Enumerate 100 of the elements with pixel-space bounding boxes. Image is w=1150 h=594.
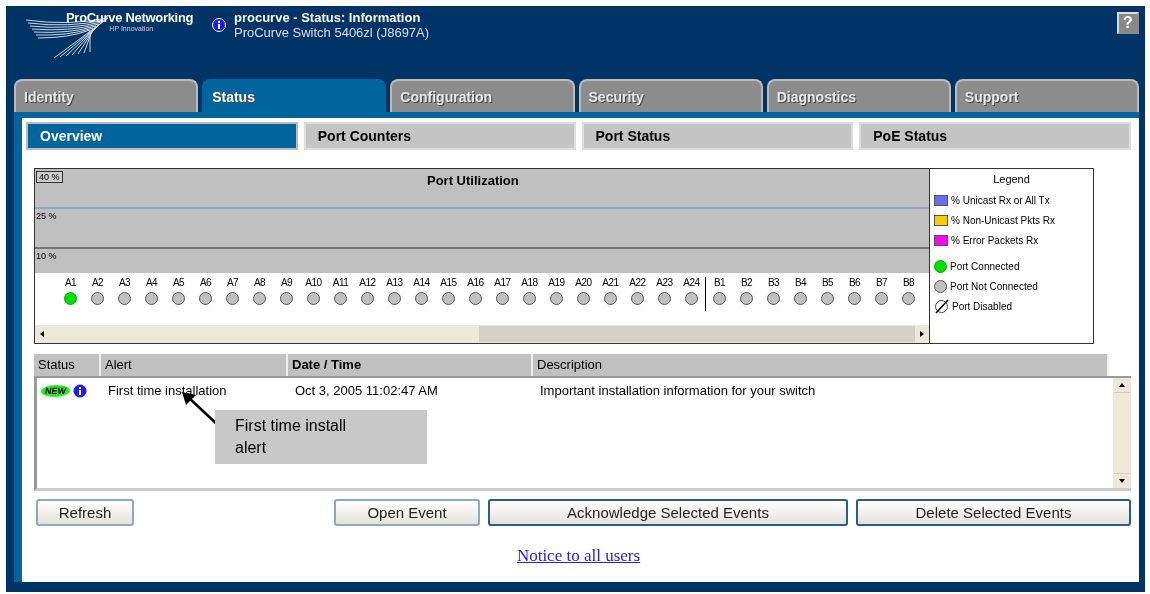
port-label: A12 <box>359 277 376 289</box>
port-label: A6 <box>199 277 212 289</box>
legend-title: Legend <box>993 173 1030 185</box>
legend-label: Port Not Connected <box>950 280 1038 292</box>
table-cell[interactable]: Oct 3, 2005 11:02:47 AM <box>291 383 536 398</box>
port-status-icon[interactable] <box>334 292 347 305</box>
port-status-icon[interactable] <box>631 292 644 305</box>
port-status-icon[interactable] <box>875 292 888 305</box>
action-button[interactable]: Acknowledge Selected Events <box>488 499 848 526</box>
port-status-icon[interactable] <box>469 292 482 305</box>
port-status-icon[interactable] <box>685 292 698 305</box>
scale-label: 25 % <box>36 211 57 221</box>
port-status-icon[interactable] <box>388 292 401 305</box>
scale-label: 10 % <box>36 251 57 261</box>
column-header[interactable]: Description <box>533 354 1109 376</box>
port-status-icon[interactable] <box>415 292 428 305</box>
port-label: A15 <box>440 277 457 289</box>
port-label: A24 <box>683 277 700 289</box>
legend-label: % Error Packets Rx <box>951 234 1039 246</box>
port-status-icon[interactable] <box>118 292 131 305</box>
port-status-icon[interactable] <box>550 292 563 305</box>
legend-label: % Non-Unicast Pkts Rx <box>951 214 1055 226</box>
port-status-icon[interactable] <box>172 292 185 305</box>
column-header[interactable]: Date / Time <box>288 354 533 376</box>
port-status-icon[interactable] <box>280 292 293 305</box>
port-status-icon[interactable] <box>496 292 509 305</box>
port-label: A1 <box>64 277 77 289</box>
port-label: A4 <box>145 277 158 289</box>
port-status-icon[interactable] <box>794 292 807 305</box>
action-button[interactable]: Delete Selected Events <box>856 499 1131 526</box>
port-label: A10 <box>305 277 322 289</box>
port-status-icon[interactable] <box>253 292 266 305</box>
port-label: A20 <box>575 277 592 289</box>
port-label: A22 <box>629 277 646 289</box>
port-status-icon[interactable] <box>902 292 915 305</box>
port-label: B4 <box>794 277 807 289</box>
port-label: A3 <box>118 277 131 289</box>
port-status-icon[interactable] <box>577 292 590 305</box>
port-status-icon[interactable] <box>64 292 77 305</box>
action-button[interactable]: Refresh <box>36 499 134 526</box>
port-status-icon[interactable] <box>767 292 780 305</box>
port-label: A14 <box>413 277 430 289</box>
port-label: A16 <box>467 277 484 289</box>
port-label: A7 <box>226 277 239 289</box>
device-name: ProCurve Switch 5406zl (J8697A) <box>234 25 430 40</box>
legend-label: Port Connected <box>950 260 1020 272</box>
port-label: B3 <box>767 277 780 289</box>
port-status-icon[interactable] <box>226 292 239 305</box>
notice-link[interactable]: Notice to all users <box>516 546 641 565</box>
info-icon <box>212 18 226 32</box>
port-label: A8 <box>253 277 266 289</box>
port-status-icon[interactable] <box>145 292 158 305</box>
column-header[interactable]: Alert <box>101 354 288 376</box>
port-status-icon[interactable] <box>713 292 726 305</box>
port-status-icon[interactable] <box>91 292 104 305</box>
port-label: A17 <box>494 277 511 289</box>
nav-tab[interactable]: Status <box>202 79 387 112</box>
port-label: B1 <box>713 277 726 289</box>
sub-tab[interactable]: Port Counters <box>303 122 576 150</box>
table-cell[interactable]: First time installation <box>104 383 291 398</box>
port-label: A5 <box>172 277 185 289</box>
port-label: A13 <box>386 277 403 289</box>
sub-tab[interactable]: Port Status <box>581 122 854 150</box>
port-status-icon[interactable] <box>604 292 617 305</box>
port-status-icon[interactable] <box>740 292 753 305</box>
port-label: A23 <box>656 277 673 289</box>
port-label: A21 <box>602 277 619 289</box>
port-label: B7 <box>875 277 888 289</box>
port-status-icon[interactable] <box>361 292 374 305</box>
port-status-icon[interactable] <box>199 292 212 305</box>
help-button[interactable]: ? <box>1117 12 1139 34</box>
port-status-icon[interactable] <box>658 292 671 305</box>
port-status-icon[interactable] <box>523 292 536 305</box>
port-label: A2 <box>91 277 104 289</box>
scale-label: 40 % <box>36 171 63 183</box>
page-title: procurve - Status: Information <box>234 10 422 25</box>
info-icon <box>73 383 87 398</box>
sub-tab[interactable]: Overview <box>26 122 298 150</box>
port-label: A19 <box>548 277 565 289</box>
sub-tab[interactable]: PoE Status <box>859 122 1131 150</box>
action-button[interactable]: Open Event <box>334 499 480 526</box>
port-label: A18 <box>521 277 538 289</box>
graph-title: Port Utilization <box>427 173 519 188</box>
port-status-icon[interactable] <box>848 292 861 305</box>
new-badge: NEW <box>39 384 72 397</box>
table-cell[interactable]: Important installation information for your switch <box>536 383 1113 398</box>
port-status-icon[interactable] <box>307 292 320 305</box>
port-label: B2 <box>740 277 753 289</box>
port-label: B8 <box>902 277 915 289</box>
legend-label: % Unicast Rx or All Tx <box>951 194 1050 206</box>
port-status-icon[interactable] <box>821 292 834 305</box>
brand-name: ProCurve Networking <box>66 10 194 25</box>
horizontal-scrollbar[interactable] <box>35 325 929 343</box>
port-status-icon[interactable] <box>442 292 455 305</box>
port-label: B6 <box>848 277 861 289</box>
callout-note: First time install alert <box>215 410 427 464</box>
legend-label: Port Disabled <box>952 300 1013 312</box>
port-label: B5 <box>821 277 834 289</box>
vertical-scrollbar[interactable] <box>1113 378 1131 488</box>
column-header[interactable]: Status <box>34 354 101 376</box>
